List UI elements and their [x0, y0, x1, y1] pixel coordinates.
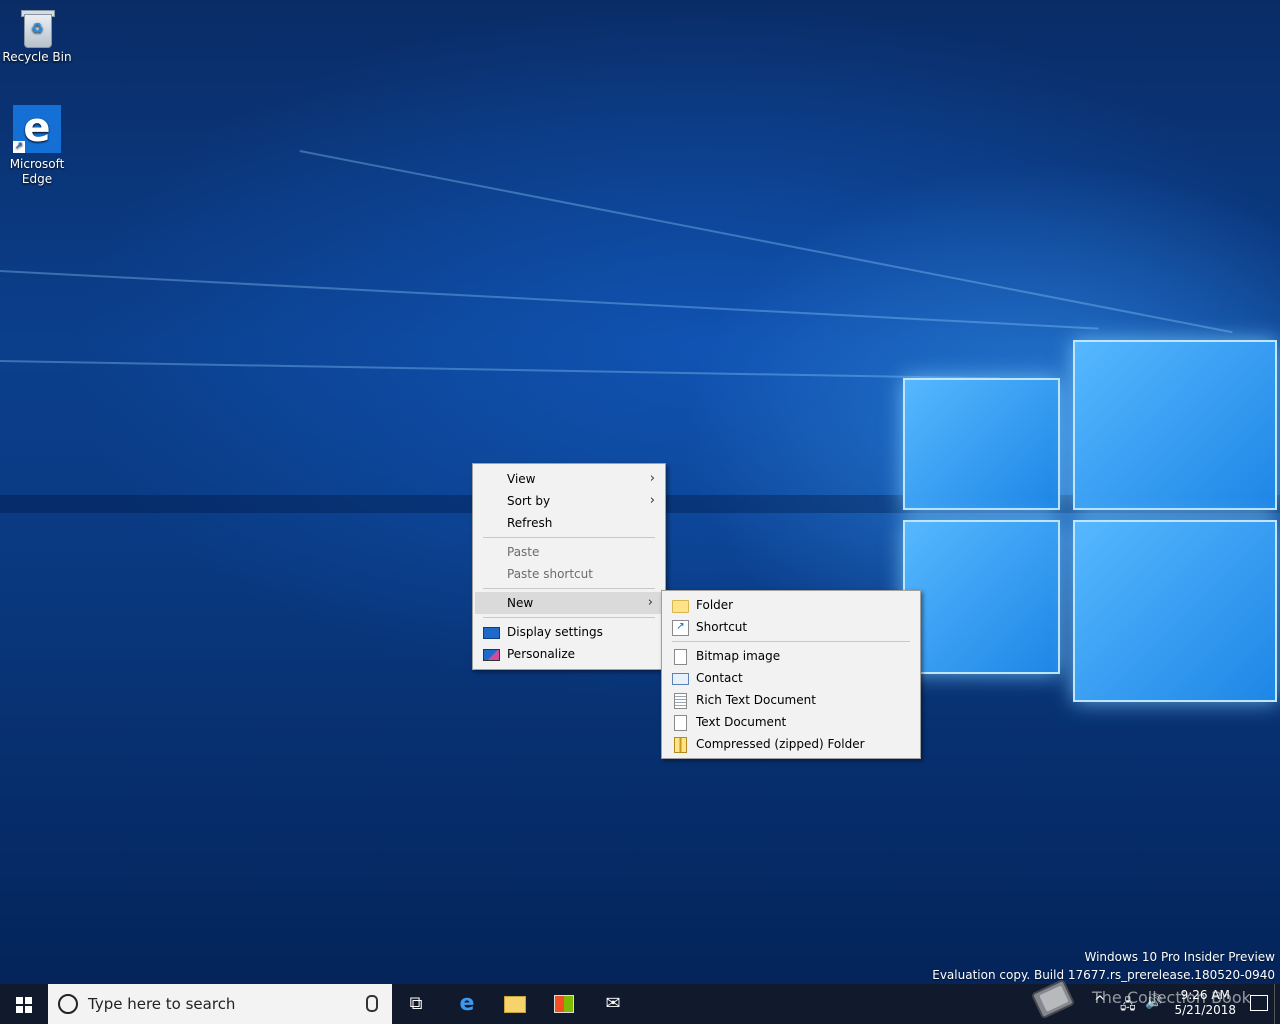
chevron-right-icon: › [649, 471, 655, 486]
personalize-icon [483, 649, 500, 661]
shortcut-icon: ↗ [672, 620, 689, 636]
show-desktop-button[interactable] [1274, 984, 1280, 1024]
desktop-context-menu: View › Sort by › Refresh Paste Paste short… [472, 463, 666, 670]
menu-item-label: Compressed (zipped) Folder [696, 737, 865, 751]
mail-icon[interactable]: ✉ [589, 984, 637, 1024]
new-shortcut[interactable]: ↗ Shortcut [662, 616, 920, 638]
folder-icon [672, 600, 689, 613]
search-placeholder: Type here to search [88, 995, 236, 1013]
new-text-document[interactable]: Text Document [662, 711, 920, 733]
menu-item-label: Paste [507, 545, 540, 559]
taskbar: Type here to search ⧉ e ✉ ^ 🖧 🔊 9:26 AM … [0, 984, 1280, 1024]
menu-item-label: Rich Text Document [696, 693, 816, 707]
task-view-icon[interactable]: ⧉ [392, 984, 440, 1024]
bitmap-image-icon [674, 649, 687, 665]
menu-item-label: Folder [696, 598, 734, 612]
search-box[interactable]: Type here to search [48, 984, 392, 1024]
menu-item-label: View [507, 472, 536, 486]
desktop-icon-microsoft-edge[interactable]: e ↗ Microsoft Edge [1, 105, 73, 187]
desktop-icon-recycle-bin[interactable]: ♻ Recycle Bin [1, 8, 73, 65]
menu-item-sort-by[interactable]: Sort by › [473, 490, 665, 512]
zip-folder-icon [674, 737, 687, 753]
start-button[interactable] [0, 984, 48, 1024]
menu-item-display-settings[interactable]: Display settings [473, 621, 665, 643]
menu-item-paste-shortcut: Paste shortcut [473, 563, 665, 585]
menu-item-label: New [507, 596, 534, 610]
menu-separator [483, 537, 655, 538]
menu-item-paste: Paste [473, 541, 665, 563]
book-watermark-logo [1032, 980, 1074, 1018]
menu-item-label: Contact [696, 671, 743, 685]
menu-item-new[interactable]: New › [475, 592, 663, 614]
wallpaper-pane-2 [1073, 340, 1277, 510]
contact-icon [672, 673, 689, 685]
site-watermark-text: The Collection Book [1092, 988, 1251, 1007]
menu-item-view[interactable]: View › [473, 468, 665, 490]
file-explorer-icon[interactable] [491, 984, 539, 1024]
new-folder[interactable]: Folder [662, 594, 920, 616]
action-center-icon[interactable] [1250, 995, 1268, 1011]
desktop-icon-label: Recycle Bin [2, 50, 72, 64]
menu-item-label: Display settings [507, 625, 603, 639]
menu-item-label: Refresh [507, 516, 553, 530]
menu-separator [483, 588, 655, 589]
wallpaper-pane-1 [903, 378, 1060, 510]
wallpaper-pane-4 [1073, 520, 1277, 702]
store-icon[interactable] [540, 984, 588, 1024]
microphone-icon[interactable] [366, 995, 378, 1012]
new-bitmap-image[interactable]: Bitmap image [662, 645, 920, 667]
new-rich-text-document[interactable]: Rich Text Document [662, 689, 920, 711]
new-compressed-folder[interactable]: Compressed (zipped) Folder [662, 733, 920, 755]
menu-item-label: Shortcut [696, 620, 748, 634]
menu-item-label: Bitmap image [696, 649, 781, 663]
menu-item-personalize[interactable]: Personalize [473, 643, 665, 665]
menu-separator [672, 641, 910, 642]
display-settings-icon [483, 627, 500, 639]
menu-item-label: Paste shortcut [507, 567, 593, 581]
menu-item-label: Sort by [507, 494, 551, 508]
desktop-icon-label: Microsoft Edge [9, 157, 65, 186]
edge-icon: e ↗ [13, 105, 61, 153]
build-watermark-line1: Windows 10 Pro Insider Preview [1084, 950, 1275, 964]
shortcut-arrow-icon: ↗ [13, 141, 25, 153]
cortana-icon [58, 994, 78, 1014]
edge-icon[interactable]: e [443, 984, 491, 1024]
recycle-bin-icon: ♻ [20, 8, 55, 48]
menu-item-label: Text Document [696, 715, 787, 729]
chevron-right-icon: › [647, 595, 653, 610]
rich-text-document-icon [674, 693, 687, 709]
chevron-right-icon: › [649, 493, 655, 508]
menu-separator [483, 617, 655, 618]
text-document-icon [674, 715, 687, 731]
wallpaper-pane-3 [903, 520, 1060, 674]
menu-item-refresh[interactable]: Refresh [473, 512, 665, 534]
build-watermark-line2: Evaluation copy. Build 17677.rs_prerelea… [932, 968, 1275, 982]
menu-item-label: Personalize [507, 647, 576, 661]
new-submenu: Folder ↗ Shortcut Bitmap image Contact Ri… [661, 590, 921, 759]
new-contact[interactable]: Contact [662, 667, 920, 689]
windows-logo-icon [16, 997, 32, 1013]
